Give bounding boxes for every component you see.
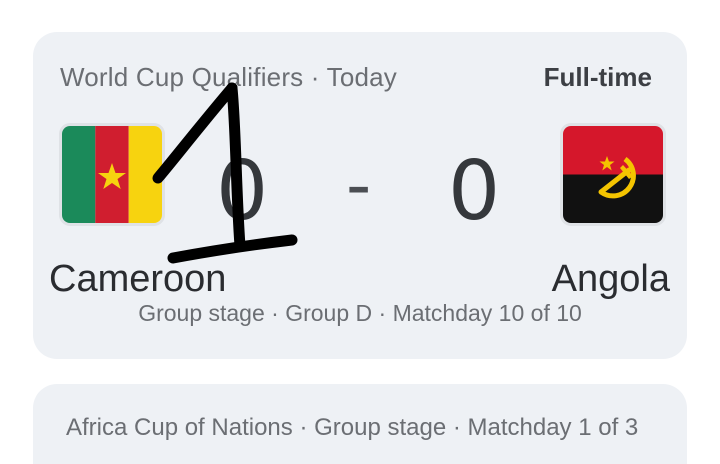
match-card[interactable]: World Cup Qualifiers · Today Full-time 0… xyxy=(33,32,687,359)
score-separator: - xyxy=(346,144,372,226)
home-team-name[interactable]: Cameroon xyxy=(49,258,226,301)
away-team-name[interactable]: Angola xyxy=(552,258,670,301)
match-stage-info: Group stage · Group D · Matchday 10 of 1… xyxy=(138,300,582,326)
next-match-card[interactable]: Africa Cup of Nations · Group stage · Ma… xyxy=(33,384,687,464)
cameroon-flag-icon xyxy=(62,126,162,223)
away-score: 0 xyxy=(448,144,501,239)
match-status: Full-time xyxy=(543,62,652,92)
competition-label: World Cup Qualifiers · Today xyxy=(60,62,397,92)
home-score: 0 xyxy=(216,144,269,239)
angola-flag-icon xyxy=(563,126,663,223)
next-competition-label: Africa Cup of Nations · Group stage · Ma… xyxy=(66,414,639,441)
